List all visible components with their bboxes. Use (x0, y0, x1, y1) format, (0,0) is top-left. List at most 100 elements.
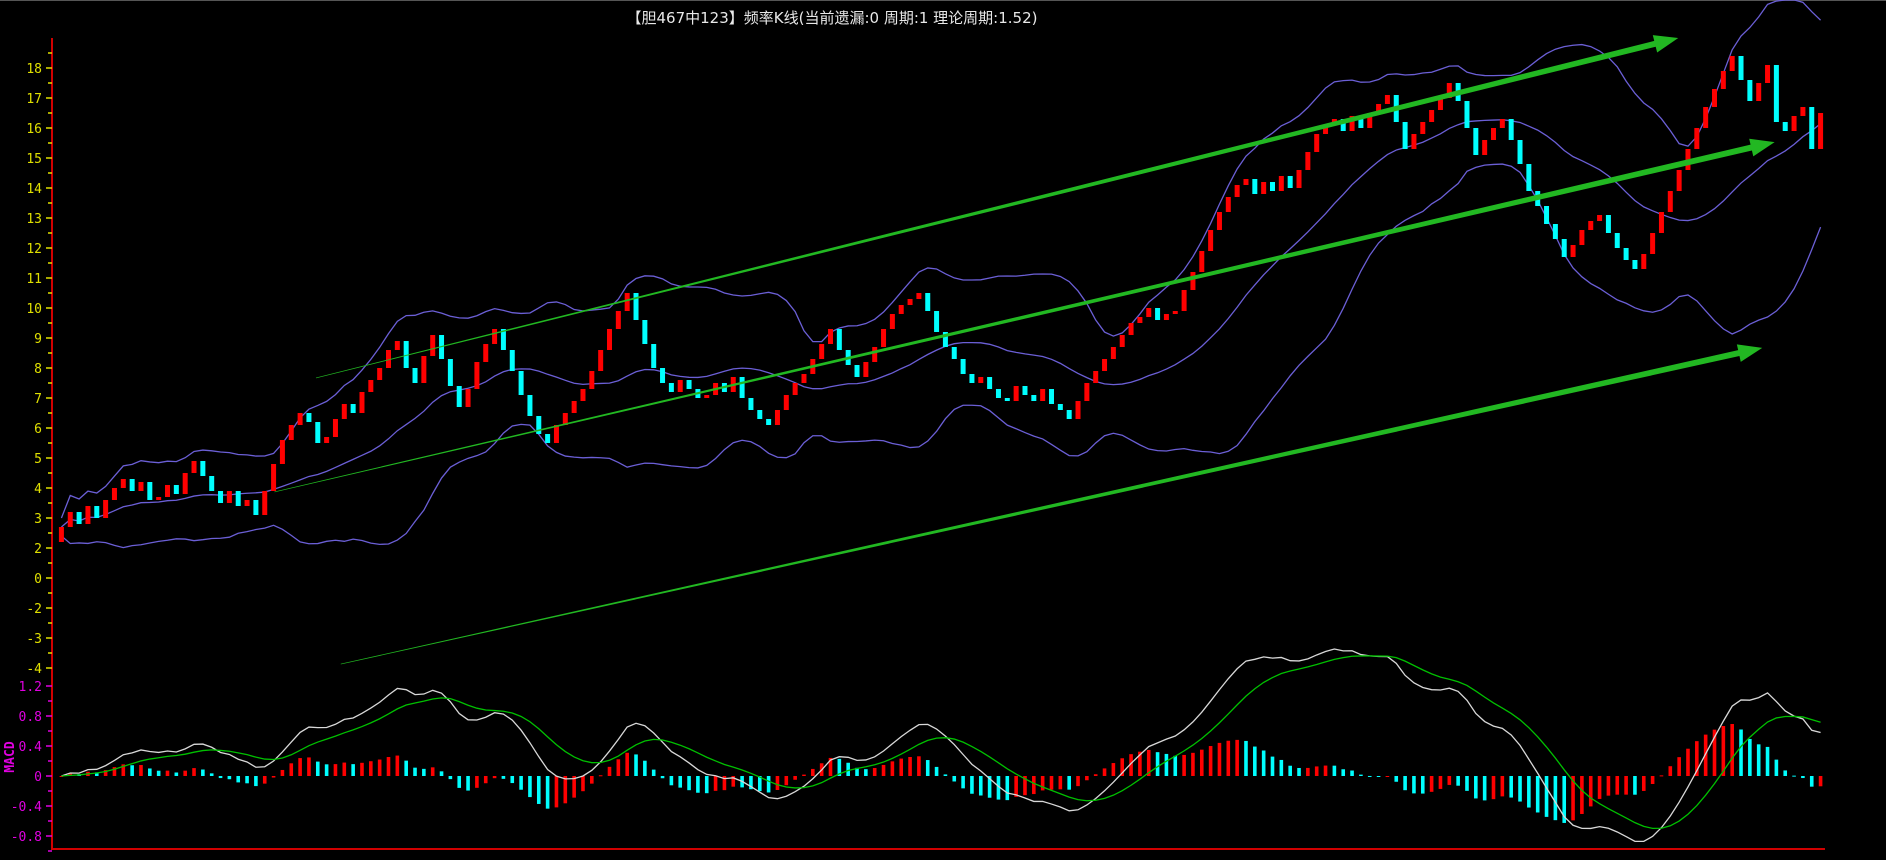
macd-histogram-bar (351, 764, 355, 776)
macd-histogram-bar (227, 776, 232, 780)
candle (377, 368, 383, 380)
macd-histogram-bar (1677, 757, 1681, 776)
macd-histogram-bar (130, 765, 134, 776)
macd-histogram-bar (1067, 776, 1071, 790)
y-tick-label: 11 (26, 272, 42, 287)
macd-histogram-bar (174, 772, 179, 776)
macd-histogram-bar (1809, 776, 1814, 787)
candle (1738, 56, 1744, 80)
y-tick-label: -4 (26, 662, 42, 677)
candle (881, 329, 887, 347)
macd-histogram-bar (616, 759, 621, 776)
candle (279, 440, 285, 464)
candle (545, 434, 551, 443)
macd-histogram-bar (148, 768, 152, 776)
macd-histogram-bar (1359, 774, 1363, 776)
candle (1570, 245, 1576, 257)
candle (580, 389, 586, 401)
candle (456, 386, 462, 407)
candle (315, 422, 321, 443)
macd-histogram-bar (510, 776, 515, 784)
candle (111, 488, 117, 500)
macd-histogram-bar (802, 774, 806, 776)
macd-histogram-bar (1306, 767, 1310, 776)
macd-histogram-bar (1341, 769, 1346, 776)
macd-tick-label: 0.4 (19, 740, 43, 755)
candle (182, 473, 188, 494)
candle (960, 359, 966, 374)
macd-histogram-bar (1111, 763, 1116, 776)
candle (173, 485, 179, 494)
macd-histogram-bar (457, 776, 462, 788)
candle (1057, 404, 1063, 410)
macd-histogram-bar (581, 776, 585, 792)
candle (1614, 233, 1620, 248)
macd-histogram-bar (1739, 729, 1743, 776)
macd-histogram-bar (519, 776, 523, 790)
macd-histogram-bar (501, 776, 506, 779)
macd-tick-label: -0.8 (11, 830, 42, 845)
candle (615, 311, 621, 329)
candle (1667, 191, 1673, 212)
macd-histogram-bar (696, 776, 700, 793)
y-tick-label: 10 (26, 302, 42, 317)
candle (1243, 179, 1249, 185)
candle (1296, 170, 1302, 188)
macd-histogram-bar (1792, 775, 1796, 777)
macd-histogram-bar (881, 764, 886, 776)
candle (774, 410, 780, 425)
candle (1155, 308, 1161, 320)
candle (1676, 170, 1682, 191)
macd-histogram-bar (1297, 767, 1301, 776)
candle (253, 500, 259, 515)
candle (907, 299, 913, 305)
candle (138, 482, 144, 491)
bollinger-middle (60, 119, 1821, 528)
macd-histogram-bar (890, 761, 895, 776)
candle (1013, 386, 1019, 401)
macd-histogram-bar (1394, 776, 1399, 782)
macd-histogram-bar (1818, 776, 1823, 787)
candle (783, 395, 789, 410)
macd-histogram-bar (1429, 776, 1434, 792)
macd-histogram-bar (1588, 776, 1593, 807)
candle (209, 476, 215, 491)
y-tick-label: 17 (26, 92, 42, 107)
macd-histogram-bar (183, 770, 187, 776)
macd-histogram-bar (1314, 766, 1319, 776)
candle (1597, 215, 1603, 221)
macd-histogram-bar (917, 756, 921, 776)
macd-histogram-bar (687, 776, 691, 791)
candle (1066, 410, 1072, 419)
macd-histogram-bar (1102, 768, 1107, 776)
macd-histogram-bar (1606, 776, 1611, 796)
macd-tick-label: 1.2 (19, 680, 42, 695)
macd-histogram-bar (492, 776, 497, 779)
candle (1765, 65, 1771, 83)
candle (1163, 314, 1169, 320)
candle (94, 506, 100, 518)
macd-histogram-bar (651, 769, 656, 776)
candle (1544, 206, 1550, 224)
macd-histogram-bar (1659, 775, 1664, 777)
candle (553, 425, 559, 443)
candle (1517, 140, 1523, 164)
candle (1773, 65, 1779, 122)
y-tick-label: 3 (34, 512, 42, 527)
candle (1049, 389, 1054, 404)
y-tick-label: 18 (26, 62, 42, 77)
candle (1720, 71, 1726, 89)
macd-histogram-bar (811, 768, 815, 776)
macd-histogram-bar (1385, 776, 1390, 777)
candle (766, 419, 772, 425)
candle (1782, 122, 1788, 131)
candle (995, 389, 1001, 398)
y-tick-label: 8 (34, 362, 42, 377)
y-tick-label: 13 (26, 212, 42, 227)
candle (324, 437, 330, 443)
macd-histogram-bar (1756, 744, 1761, 776)
candle (1588, 221, 1594, 230)
candle (951, 347, 957, 359)
macd-histogram-bar (1155, 752, 1160, 776)
macd-histogram-bar (139, 765, 143, 776)
